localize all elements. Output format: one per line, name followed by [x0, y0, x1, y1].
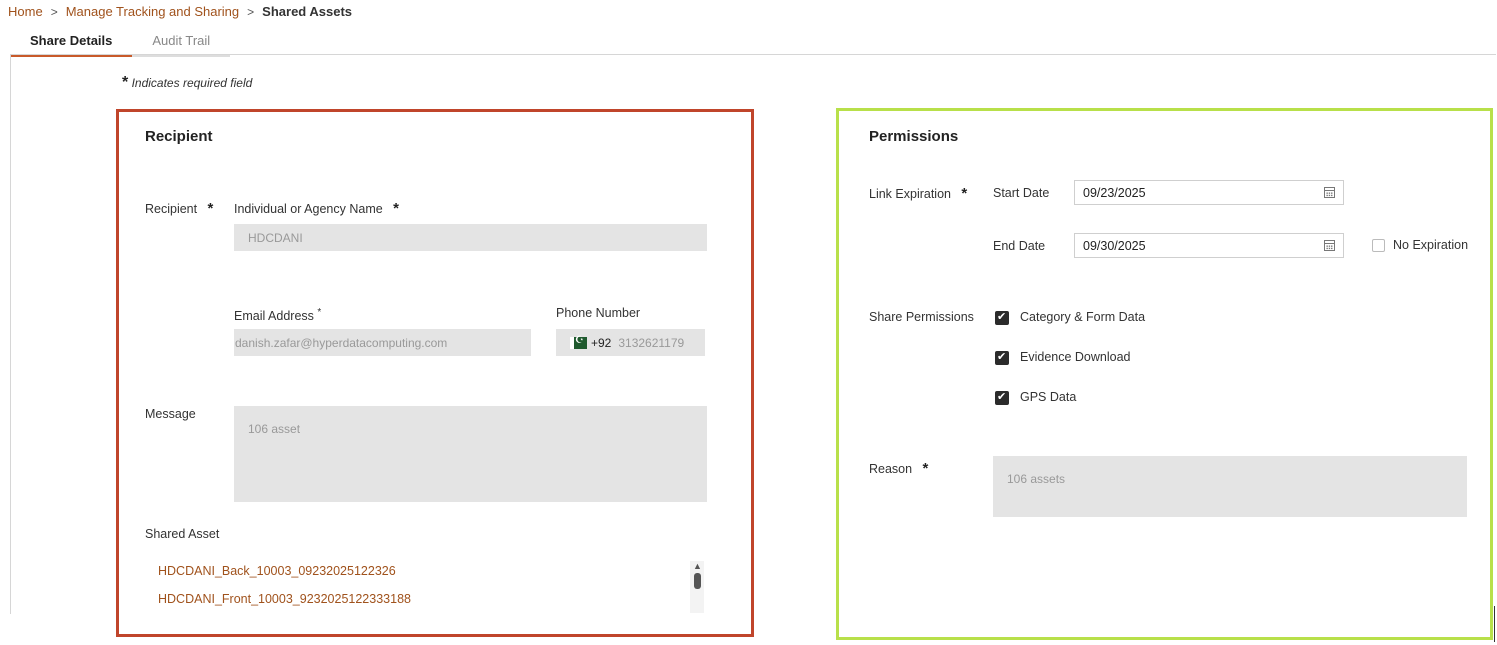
category-form-data-label: Category & Form Data: [1020, 310, 1146, 324]
tab-audit-trail[interactable]: Audit Trail: [132, 28, 231, 57]
link-expiration-label-text: Link Expiration: [869, 187, 951, 201]
phone-number-value: 3132621179: [618, 335, 685, 350]
required-star: *: [317, 307, 322, 318]
message-label: Message: [145, 407, 196, 421]
scrollbar-thumb[interactable]: [694, 573, 701, 589]
recipient-label-text: Recipient: [145, 202, 198, 216]
shared-asset-link[interactable]: HDCDANI_Front_10003_9232025122333188: [158, 592, 411, 606]
recipient-panel: [116, 109, 754, 637]
start-date-label: Start Date: [993, 186, 1050, 200]
evidence-download-label: Evidence Download: [1020, 350, 1131, 364]
phone-country-code: +92: [591, 335, 612, 350]
content-right-border: [1494, 606, 1495, 642]
chevron-right-icon: >: [247, 4, 255, 19]
email-label: Email Address *: [234, 307, 321, 323]
end-date-input[interactable]: 09/30/2025: [1074, 233, 1344, 258]
name-field[interactable]: HDCDANI: [234, 224, 707, 251]
recipient-heading: Recipient: [145, 128, 213, 145]
calendar-icon[interactable]: [1324, 240, 1335, 251]
reason-textarea[interactable]: 106 assets: [993, 456, 1467, 517]
phone-label: Phone Number: [556, 306, 641, 320]
required-star: *: [393, 200, 399, 217]
phone-field[interactable]: +92 3132621179: [556, 329, 705, 356]
gps-data-checkbox[interactable]: [995, 390, 1009, 405]
email-field[interactable]: danish.zafar@hyperdatacomputing.com: [234, 329, 531, 356]
start-date-value: 09/23/2025: [1083, 185, 1146, 200]
breadcrumb-manage-tracking-link[interactable]: Manage Tracking and Sharing: [66, 4, 239, 19]
required-star: *: [207, 200, 214, 217]
tab-divider: [10, 54, 1496, 55]
scroll-up-arrow-icon[interactable]: ▲: [693, 561, 702, 571]
required-star: *: [922, 460, 929, 477]
message-textarea[interactable]: 106 asset: [234, 406, 707, 502]
required-star: *: [961, 185, 968, 202]
required-field-note: * Indicates required field: [122, 74, 252, 92]
start-date-input[interactable]: 09/23/2025: [1074, 180, 1344, 205]
reason-label: Reason *: [869, 460, 928, 477]
breadcrumb-home-link[interactable]: Home: [8, 4, 43, 19]
recipient-label: Recipient *: [145, 200, 213, 217]
content-left-border: [10, 54, 11, 614]
tab-share-details[interactable]: Share Details: [10, 28, 133, 57]
reason-label-text: Reason: [869, 462, 913, 476]
breadcrumb-current: Shared Assets: [262, 4, 353, 19]
name-label: Individual or Agency Name *: [234, 200, 399, 217]
pakistan-flag-icon[interactable]: [570, 335, 587, 349]
shared-asset-label: Shared Asset: [145, 527, 220, 541]
shared-asset-link[interactable]: HDCDANI_Back_10003_09232025122326: [158, 564, 396, 578]
shared-asset-scrollbar[interactable]: ▲: [690, 561, 704, 613]
permissions-heading: Permissions: [869, 128, 959, 145]
category-form-data-checkbox[interactable]: [995, 310, 1009, 325]
chevron-right-icon: >: [50, 4, 58, 19]
no-expiration-label: No Expiration: [1393, 238, 1469, 252]
end-date-label: End Date: [993, 239, 1046, 253]
gps-data-label: GPS Data: [1020, 390, 1077, 404]
share-permissions-label: Share Permissions: [869, 310, 974, 324]
required-star: *: [122, 74, 129, 91]
breadcrumb: Home > Manage Tracking and Sharing > Sha…: [8, 4, 352, 19]
link-expiration-label: Link Expiration *: [869, 185, 967, 202]
required-field-note-text: Indicates required field: [131, 76, 253, 90]
tab-bar: Share Details Audit Trail: [10, 28, 231, 57]
no-expiration-checkbox[interactable]: [1372, 239, 1385, 252]
name-label-text: Individual or Agency Name: [234, 202, 383, 216]
evidence-download-checkbox[interactable]: [995, 350, 1009, 365]
end-date-value: 09/30/2025: [1083, 238, 1146, 253]
email-label-text: Email Address: [234, 309, 314, 324]
calendar-icon[interactable]: [1324, 187, 1335, 198]
